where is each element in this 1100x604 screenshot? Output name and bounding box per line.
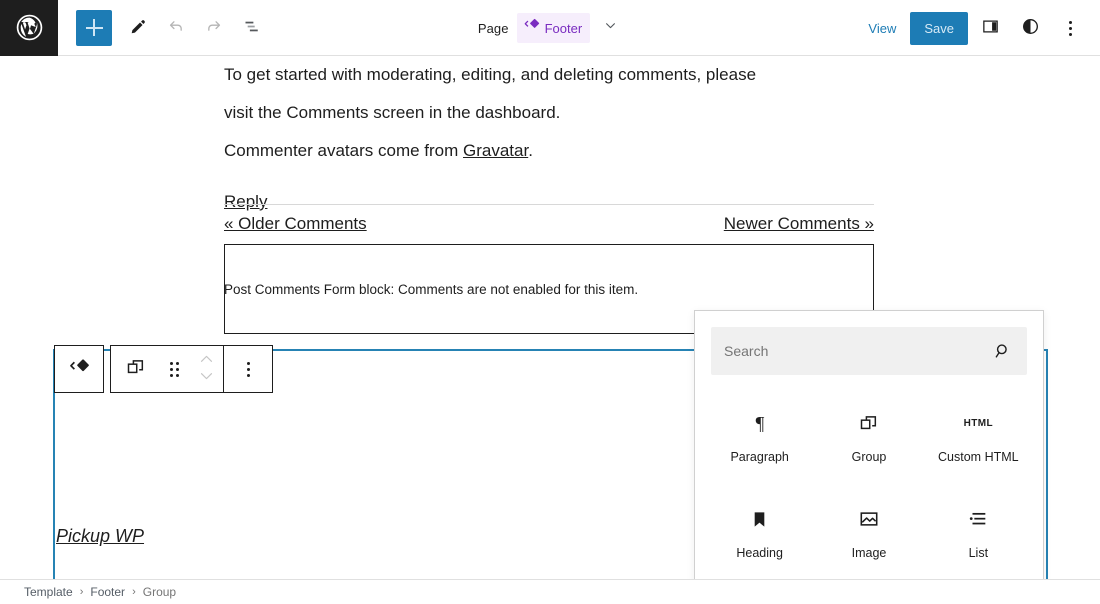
list-view-button[interactable] bbox=[234, 10, 270, 46]
inserter-block-image[interactable]: Image bbox=[814, 485, 923, 579]
template-part-icon bbox=[523, 17, 540, 39]
breadcrumb-item-group[interactable]: Group bbox=[143, 585, 176, 599]
add-block-button[interactable] bbox=[76, 9, 112, 46]
wordpress-site-editor: Page Footer View Save To get started wit… bbox=[0, 0, 1100, 604]
html-glyph: HTML bbox=[963, 417, 994, 429]
post-comments-form-message: Post Comments Form block: Comments are n… bbox=[224, 282, 639, 297]
wordpress-logo-icon bbox=[16, 14, 43, 41]
block-inserter-popover: ¶ Paragraph Group bbox=[694, 310, 1044, 579]
chevron-down-icon bbox=[602, 17, 619, 39]
newer-comments-link[interactable]: Newer Comments » bbox=[724, 214, 874, 234]
pencil-icon bbox=[129, 17, 148, 39]
block-movers[interactable] bbox=[189, 346, 223, 392]
settings-sidebar-button[interactable] bbox=[972, 10, 1008, 46]
gravatar-sentence-prefix: Commenter avatars come from bbox=[224, 141, 464, 160]
settings-panel-icon bbox=[981, 17, 1000, 39]
gravatar-link[interactable]: Gravatar bbox=[463, 141, 528, 160]
block-toolbar bbox=[54, 345, 273, 393]
inserter-block-heading[interactable]: Heading bbox=[705, 485, 814, 579]
breadcrumb-separator-icon: › bbox=[132, 586, 136, 598]
save-button[interactable]: Save bbox=[910, 11, 968, 45]
breadcrumb-item-template[interactable]: Template bbox=[24, 585, 73, 599]
inserter-block-label: Group bbox=[851, 450, 887, 464]
reply-link[interactable]: Reply bbox=[224, 192, 267, 212]
inserter-block-grid: ¶ Paragraph Group HTML Custom HTML Headi… bbox=[695, 385, 1043, 579]
view-button[interactable]: View bbox=[858, 15, 906, 42]
chevron-down-icon bbox=[198, 369, 215, 387]
redo-arrow-icon bbox=[204, 16, 224, 39]
template-part-label: Footer bbox=[544, 20, 583, 36]
undo-button[interactable] bbox=[158, 10, 194, 46]
inserter-block-label: Custom HTML bbox=[938, 450, 1019, 464]
svg-text:¶: ¶ bbox=[755, 413, 764, 434]
header-tools-right: View Save bbox=[858, 0, 1088, 56]
inserter-block-label: Image bbox=[851, 546, 887, 560]
document-type-label: Page bbox=[477, 20, 509, 36]
paragraph-pilcrow-icon: ¶ bbox=[749, 410, 771, 436]
more-options-button[interactable] bbox=[1052, 10, 1088, 46]
template-part-chip[interactable]: Footer bbox=[516, 13, 591, 43]
search-input[interactable] bbox=[711, 343, 1027, 359]
inserter-search-area bbox=[695, 311, 1043, 385]
comments-pagination: « Older Comments Newer Comments » bbox=[224, 214, 874, 234]
select-parent-template-part-button[interactable] bbox=[55, 346, 103, 392]
older-comments-link[interactable]: « Older Comments bbox=[224, 214, 367, 234]
inserter-block-label: Paragraph bbox=[730, 450, 789, 464]
plus-icon bbox=[85, 19, 103, 36]
group-block-icon bbox=[858, 410, 879, 436]
html-icon: HTML bbox=[964, 410, 993, 436]
template-part-icon bbox=[68, 357, 90, 382]
group-block-icon bbox=[125, 357, 146, 381]
inserter-block-paragraph[interactable]: ¶ Paragraph bbox=[705, 389, 814, 485]
image-icon bbox=[858, 506, 880, 532]
breadcrumb: Template › Footer › Group bbox=[0, 579, 1100, 604]
drag-block-handle[interactable] bbox=[159, 346, 189, 392]
site-title-link[interactable]: Pickup WP bbox=[56, 526, 144, 547]
inserter-block-label: List bbox=[968, 546, 989, 560]
block-toolbar-main-group bbox=[110, 345, 273, 393]
editor-canvas: To get started with moderating, editing,… bbox=[0, 56, 1100, 579]
comment-paragraph-2: visit the Comments screen in the dashboa… bbox=[224, 103, 561, 122]
list-icon bbox=[967, 506, 989, 532]
block-toolbar-parent-group bbox=[54, 345, 104, 393]
document-bar-dropdown-button[interactable] bbox=[598, 16, 622, 40]
drag-handle-icon bbox=[169, 361, 179, 377]
styles-button[interactable] bbox=[1012, 10, 1048, 46]
document-overview-icon bbox=[242, 16, 263, 40]
magnifier-icon bbox=[993, 341, 1013, 366]
styles-contrast-icon bbox=[1021, 17, 1040, 39]
redo-button[interactable] bbox=[196, 10, 232, 46]
inserter-block-label: Heading bbox=[736, 546, 783, 560]
gravatar-sentence-suffix: . bbox=[528, 141, 533, 160]
inserter-block-group[interactable]: Group bbox=[814, 389, 923, 485]
inserter-block-custom-html[interactable]: HTML Custom HTML bbox=[924, 389, 1033, 485]
breadcrumb-item-footer[interactable]: Footer bbox=[90, 585, 125, 599]
heading-bookmark-icon bbox=[749, 506, 770, 532]
kebab-menu-icon bbox=[1068, 20, 1072, 36]
comment-paragraph-1: To get started with moderating, editing,… bbox=[224, 65, 757, 84]
block-type-group-button[interactable] bbox=[111, 346, 159, 392]
breadcrumb-separator-icon: › bbox=[79, 586, 84, 598]
undo-arrow-icon bbox=[166, 16, 186, 39]
edit-tool-button[interactable] bbox=[120, 10, 156, 46]
comment-paragraph-3: Commenter avatars come from Gravatar. bbox=[224, 132, 874, 170]
inserter-block-list[interactable]: List bbox=[924, 485, 1033, 579]
editor-header: Page Footer View Save bbox=[0, 0, 1100, 56]
chevron-up-icon bbox=[198, 351, 215, 369]
comments-content: To get started with moderating, editing,… bbox=[224, 56, 874, 212]
header-tools-left bbox=[58, 9, 270, 46]
wordpress-logo-button[interactable] bbox=[0, 0, 58, 56]
kebab-menu-icon bbox=[246, 361, 250, 377]
block-options-button[interactable] bbox=[224, 346, 272, 392]
inserter-search-field[interactable] bbox=[711, 327, 1027, 375]
comments-divider bbox=[224, 204, 874, 205]
